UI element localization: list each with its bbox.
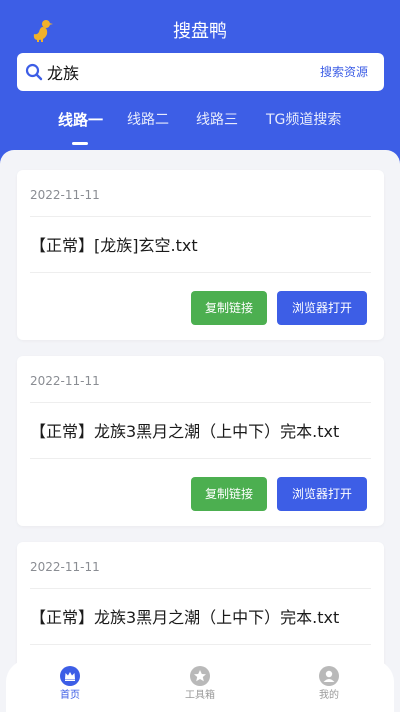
nav-home-label: 首页 — [60, 690, 80, 701]
crown-icon — [60, 666, 80, 686]
divider — [30, 402, 371, 403]
star-icon — [190, 666, 210, 686]
tab-tg-channel-search[interactable]: TG频道搜索 — [266, 108, 341, 132]
bottom-nav: 首页 工具箱 我的 — [6, 660, 394, 712]
result-card: 2022-11-11 【正常】龙族3黑月之潮（上中下）完本.txt 复制链接 浏… — [17, 356, 384, 526]
search-bar: 搜索资源 — [17, 53, 384, 91]
tab-route-3[interactable]: 线路三 — [196, 108, 238, 132]
search-icon — [25, 63, 43, 81]
divider — [30, 588, 371, 589]
nav-home[interactable]: 首页 — [40, 666, 100, 703]
result-date: 2022-11-11 — [30, 560, 100, 574]
user-icon — [319, 666, 339, 686]
copy-link-button[interactable]: 复制链接 — [191, 477, 267, 511]
open-in-browser-button[interactable]: 浏览器打开 — [277, 291, 367, 325]
nav-mine-label: 我的 — [319, 690, 339, 701]
active-tab-indicator — [72, 142, 88, 145]
nav-mine[interactable]: 我的 — [299, 666, 359, 703]
nav-toolbox[interactable]: 工具箱 — [170, 666, 230, 703]
app-title: 搜盘鸭 — [173, 21, 227, 42]
result-card: 2022-11-11 【正常】[龙族]玄空.txt 复制链接 浏览器打开 — [17, 170, 384, 340]
result-date: 2022-11-11 — [30, 188, 100, 202]
route-tabs: 线路一 线路二 线路三 TG频道搜索 — [0, 108, 400, 148]
copy-link-button[interactable]: 复制链接 — [191, 291, 267, 325]
result-date: 2022-11-11 — [30, 374, 100, 388]
open-in-browser-button[interactable]: 浏览器打开 — [277, 477, 367, 511]
nav-toolbox-label: 工具箱 — [185, 690, 215, 701]
results-list: 2022-11-11 【正常】[龙族]玄空.txt 复制链接 浏览器打开 202… — [0, 150, 400, 712]
tab-route-2[interactable]: 线路二 — [127, 108, 169, 132]
header: 搜盘鸭 搜索资源 线路一 线路二 线路三 TG频道搜索 — [0, 0, 400, 170]
divider — [30, 272, 371, 273]
result-title: 【正常】[龙族]玄空.txt — [30, 236, 198, 255]
tab-route-1[interactable]: 线路一 — [58, 108, 103, 132]
divider — [30, 458, 371, 459]
divider — [30, 216, 371, 217]
result-title: 【正常】龙族3黑月之潮（上中下）完本.txt — [30, 422, 340, 441]
result-title: 【正常】龙族3黑月之潮（上中下）完本.txt — [30, 608, 340, 627]
search-input[interactable] — [47, 59, 297, 85]
divider — [30, 644, 371, 645]
search-resources-button[interactable]: 搜索资源 — [320, 63, 368, 81]
